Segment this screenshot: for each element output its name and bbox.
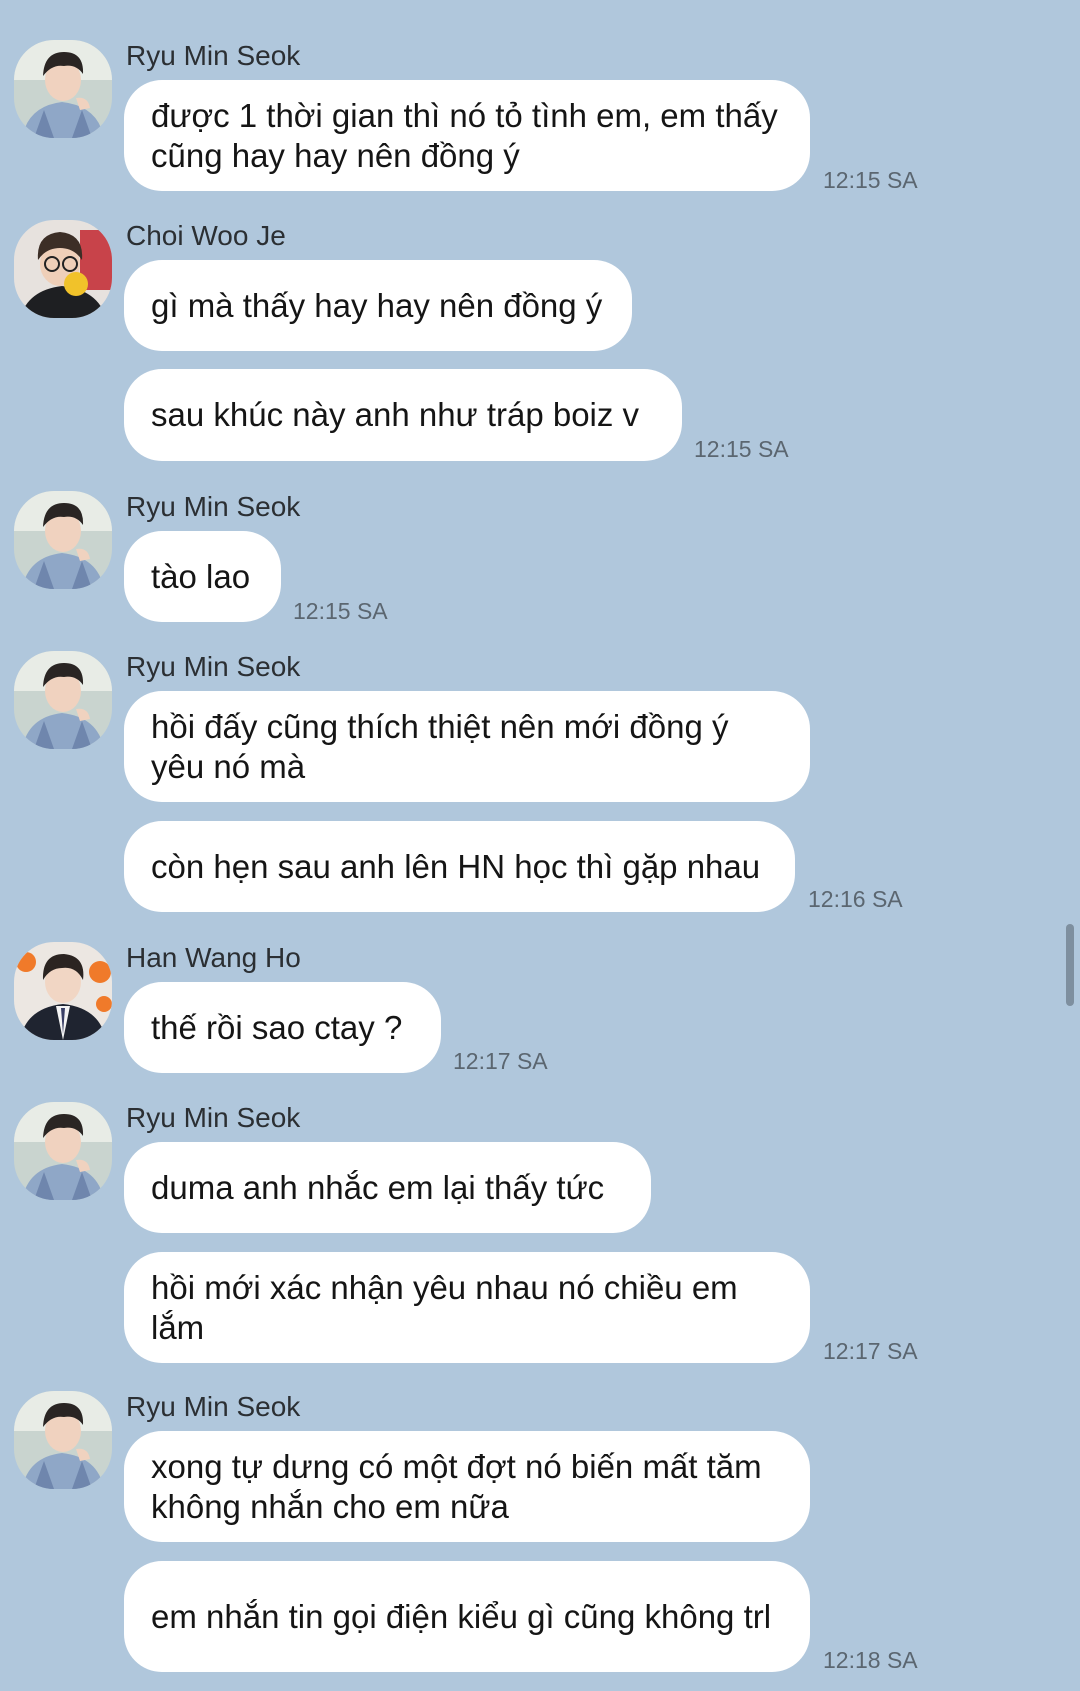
choi-woo-je-avatar[interactable] [14, 220, 112, 318]
message-text: còn hẹn sau anh lên HN học thì gặp nhau [151, 847, 761, 885]
chat-message-list[interactable]: Ryu Min Seok được 1 thời gian thì nó tỏ … [0, 0, 1080, 1691]
sender-name: Ryu Min Seok [126, 1102, 301, 1133]
message-bubble[interactable]: em nhắn tin gọi điện kiểu gì cũng không … [124, 1561, 810, 1672]
message-text: thế rồi sao ctay ? [151, 1008, 403, 1046]
message-bubble[interactable]: sau khúc này anh như tráp boiz v [124, 369, 682, 461]
sender-name: Ryu Min Seok [126, 491, 301, 522]
ryu-min-seok-avatar[interactable] [14, 1102, 112, 1200]
message-bubble[interactable]: thế rồi sao ctay ? [124, 982, 441, 1073]
scrollbar-thumb[interactable] [1066, 924, 1074, 1006]
message-text: em nhắn tin gọi điện kiểu gì cũng không … [151, 1597, 772, 1635]
message-text: duma anh nhắc em lại thấy tức [151, 1168, 605, 1206]
message-time: 12:15 SA [823, 167, 918, 193]
message-bubble[interactable]: hồi đấy cũng thích thiệt nên mới đồng ý … [124, 691, 810, 802]
message-text: được 1 thời gian thì nó tỏ tình em, em t… [151, 96, 778, 174]
message-time: 12:17 SA [823, 1338, 918, 1364]
message-bubble[interactable]: xong tự dưng có một đợt nó biến mất tăm … [124, 1431, 810, 1542]
sender-name: Ryu Min Seok [126, 1391, 301, 1422]
sender-name: Ryu Min Seok [126, 651, 301, 682]
message-time: 12:17 SA [453, 1048, 548, 1074]
message-time: 12:16 SA [808, 886, 903, 912]
sender-name: Han Wang Ho [126, 942, 301, 973]
ryu-min-seok-avatar[interactable] [14, 491, 112, 589]
message-bubble[interactable]: hồi mới xác nhận yêu nhau nó chiều em lắ… [124, 1252, 810, 1363]
message-bubble[interactable]: được 1 thời gian thì nó tỏ tình em, em t… [124, 80, 810, 191]
sender-name: Ryu Min Seok [126, 40, 301, 71]
message-time: 12:18 SA [823, 1647, 918, 1673]
ryu-min-seok-avatar[interactable] [14, 40, 112, 138]
han-wang-ho-avatar[interactable] [14, 942, 112, 1040]
message-text: sau khúc này anh như tráp boiz v [151, 396, 640, 433]
message-text: gì mà thấy hay hay nên đồng ý [151, 286, 603, 324]
ryu-min-seok-avatar[interactable] [14, 651, 112, 749]
message-bubble[interactable]: duma anh nhắc em lại thấy tức [124, 1142, 651, 1233]
message-bubble[interactable]: còn hẹn sau anh lên HN học thì gặp nhau [124, 821, 795, 912]
message-text: hồi mới xác nhận yêu nhau nó chiều em lắ… [151, 1268, 738, 1346]
message-bubble[interactable]: gì mà thấy hay hay nên đồng ý [124, 260, 632, 351]
message-text: tào lao [151, 557, 251, 595]
message-text: xong tự dưng có một đợt nó biến mất tăm … [151, 1447, 762, 1525]
message-time: 12:15 SA [694, 436, 789, 462]
message-text: hồi đấy cũng thích thiệt nên mới đồng ý … [151, 707, 729, 785]
ryu-min-seok-avatar[interactable] [14, 1391, 112, 1489]
message-bubble[interactable]: tào lao [124, 531, 281, 622]
message-time: 12:15 SA [293, 598, 388, 624]
sender-name: Choi Woo Je [126, 220, 286, 251]
